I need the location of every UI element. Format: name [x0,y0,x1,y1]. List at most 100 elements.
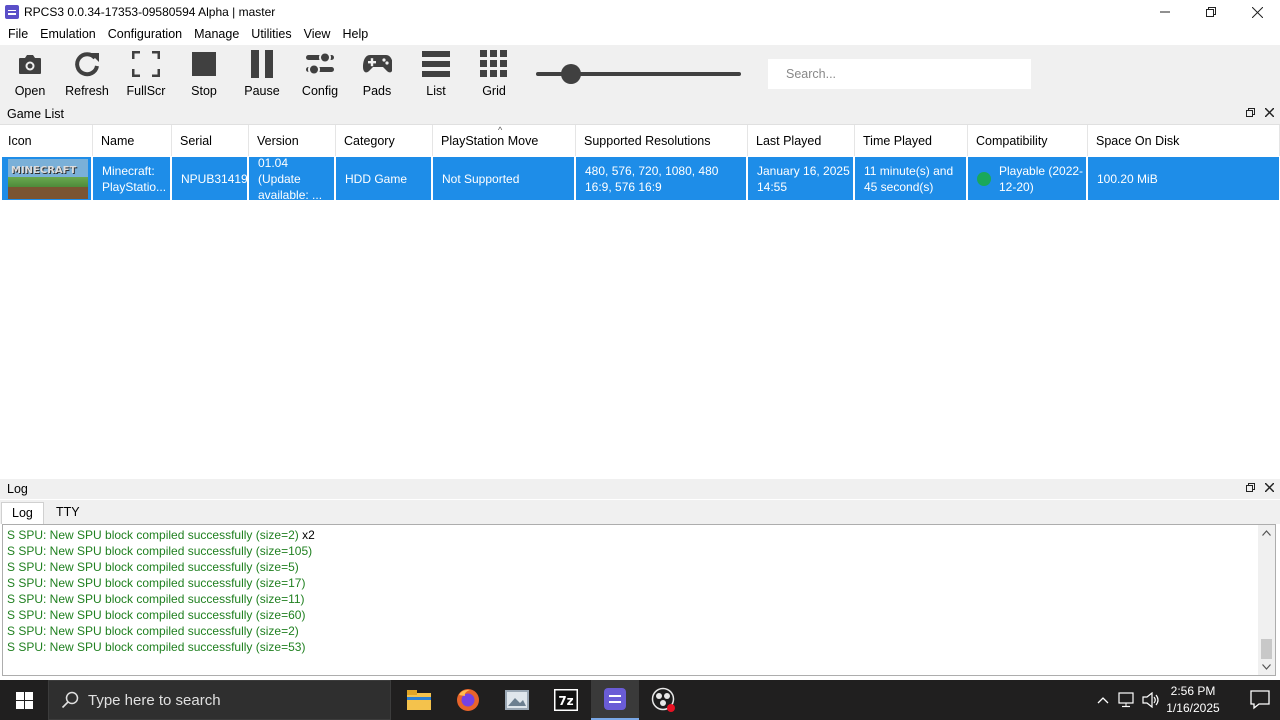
col-last-played[interactable]: Last Played [748,125,855,156]
taskbar-obs[interactable] [640,680,688,720]
fullscreen-icon [131,49,161,79]
log-title: Log [7,482,28,496]
taskbar-search-box[interactable]: Type here to search [48,680,391,720]
close-dock-icon[interactable] [1264,482,1275,495]
menu-bar: File Emulation Configuration Manage Util… [0,24,1280,45]
log-line: S SPU: New SPU block compiled successful… [7,608,306,622]
log-header: Log [0,479,1280,499]
close-button[interactable] [1234,0,1280,24]
game-search-input[interactable]: Search... [767,58,1032,90]
minimize-button[interactable] [1142,0,1188,24]
tab-tty[interactable]: TTY [46,502,90,524]
fullscreen-label: FullScr [126,84,166,98]
col-supported-resolutions[interactable]: Supported Resolutions [576,125,748,156]
game-size-cell: 100.20 MiB [1088,157,1279,200]
pause-icon [247,49,277,79]
taskbar-firefox[interactable] [444,680,492,720]
svg-text:7z: 7z [558,694,573,708]
col-icon[interactable]: Icon [0,125,93,156]
close-icon [1251,6,1263,18]
log-line: S SPU: New SPU block compiled successful… [7,640,306,654]
menu-manage[interactable]: Manage [188,24,245,45]
system-tray [1095,680,1161,720]
firefox-icon [457,689,479,711]
pads-button[interactable]: Pads [349,49,405,101]
col-compatibility[interactable]: Compatibility [968,125,1088,156]
taskbar-clock[interactable]: 2:56 PM 1/16/2025 [1158,683,1228,717]
restore-button[interactable] [1188,0,1234,24]
windows-logo-icon [15,691,33,709]
game-thumbnail: MINECRAFT [8,158,88,199]
scroll-up-icon[interactable] [1258,526,1275,540]
log-line: S SPU: New SPU block compiled successful… [7,624,299,638]
menu-view[interactable]: View [298,24,337,45]
scrollbar-thumb[interactable] [1261,639,1272,659]
stop-button[interactable]: Stop [176,49,232,101]
tab-log[interactable]: Log [1,502,44,524]
log-output[interactable]: S SPU: New SPU block compiled successful… [2,524,1276,676]
game-list-header: Game List [0,104,1280,124]
col-name[interactable]: Name [93,125,172,156]
col-playstation-move[interactable]: PlayStation Move [433,125,576,156]
pads-label: Pads [362,84,392,98]
restore-icon [1206,7,1216,17]
minimize-icon [1160,11,1170,13]
list-icon [421,49,451,79]
game-name-cell: Minecraft: PlayStatio... [93,157,170,200]
list-view-button[interactable]: List [408,49,464,101]
close-dock-icon[interactable] [1264,107,1275,120]
menu-help[interactable]: Help [336,24,374,45]
game-list-table: Icon Name Serial Version Category PlaySt… [0,124,1280,474]
config-label: Config [301,84,339,98]
rpcs3-app-icon [5,5,19,19]
col-version[interactable]: Version [249,125,336,156]
open-button[interactable]: Open [2,49,58,101]
menu-utilities[interactable]: Utilities [245,24,297,45]
game-move-cell: Not Supported [433,157,574,200]
refresh-icon [72,49,102,79]
menu-file[interactable]: File [2,24,34,45]
refresh-button[interactable]: Refresh [59,49,115,101]
taskbar-photos[interactable] [493,680,541,720]
photos-icon [505,690,529,710]
game-compatibility-cell: Playable (2022-12-20) [968,157,1086,200]
game-category-cell: HDD Game [336,157,431,200]
taskbar-rpcs3[interactable] [591,680,639,720]
pause-label: Pause [244,84,280,98]
col-category[interactable]: Category [336,125,433,156]
taskbar-file-explorer[interactable] [395,680,443,720]
menu-emulation[interactable]: Emulation [34,24,102,45]
show-hidden-icons-icon[interactable] [1095,696,1111,704]
float-dock-icon[interactable] [1246,108,1255,120]
scroll-down-icon[interactable] [1258,660,1275,674]
fullscreen-button[interactable]: FullScr [118,49,174,101]
log-scrollbar[interactable] [1258,525,1275,675]
float-dock-icon[interactable] [1246,483,1255,495]
game-icon-cell: MINECRAFT [2,157,91,200]
search-icon [61,691,79,709]
refresh-label: Refresh [65,84,109,98]
config-icon [305,49,335,79]
menu-configuration[interactable]: Configuration [102,24,188,45]
notifications-button[interactable] [1250,690,1270,713]
taskbar-7zip[interactable]: 7z [542,680,590,720]
file-explorer-icon [407,690,431,710]
game-resolutions-cell: 480, 576, 720, 1080, 480 16:9, 576 16:9 [576,157,746,200]
icon-size-slider-handle[interactable] [560,64,581,84]
title-bar: RPCS3 0.0.34-17353-09580594 Alpha | mast… [0,0,1280,24]
table-row[interactable]: MINECRAFT Minecraft: PlayStatio... NPUB3… [0,156,1280,200]
start-button[interactable] [0,680,48,720]
grid-icon [479,49,509,79]
thumbnail-logo-text: MINECRAFT [11,164,77,176]
game-list-title: Game List [7,107,64,121]
game-serial-cell: NPUB31419 [172,157,247,200]
col-time-played[interactable]: Time Played [855,125,968,156]
rpcs3-icon [604,688,626,710]
pause-button[interactable]: Pause [234,49,290,101]
config-button[interactable]: Config [292,49,348,101]
col-space-on-disk[interactable]: Space On Disk [1088,125,1280,156]
grid-view-button[interactable]: Grid [466,49,522,101]
grid-label: Grid [482,84,506,98]
col-serial[interactable]: Serial [172,125,249,156]
network-icon[interactable] [1111,692,1141,708]
